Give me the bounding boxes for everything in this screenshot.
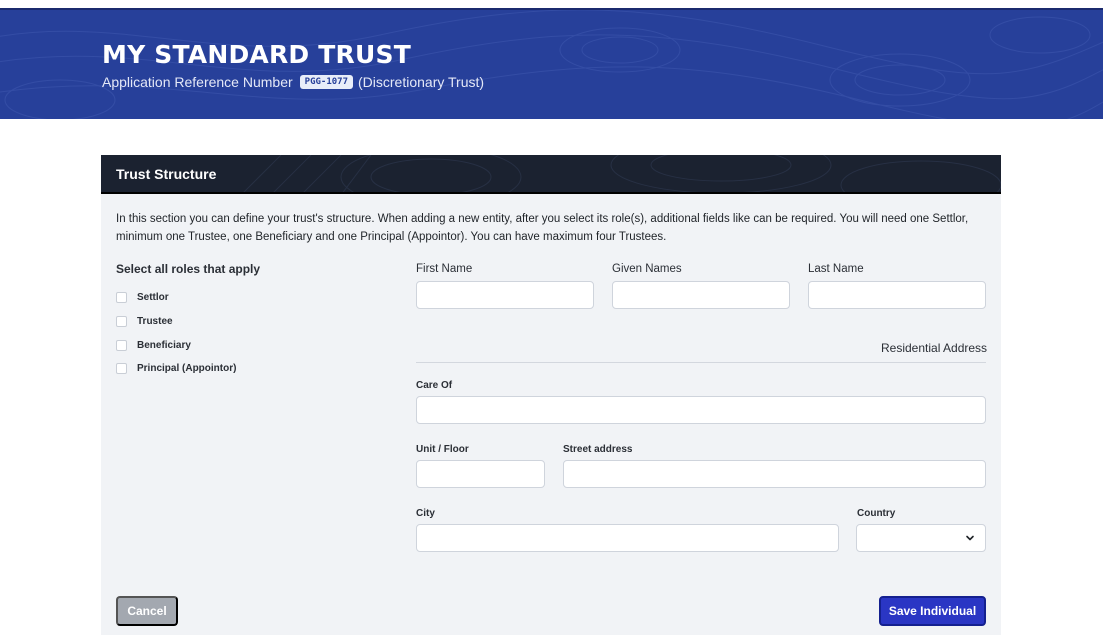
given-names-input[interactable] xyxy=(612,281,790,309)
role-label: Beneficiary xyxy=(137,340,191,351)
trustee-checkbox[interactable] xyxy=(116,316,127,327)
save-individual-button[interactable]: Save Individual xyxy=(879,596,986,626)
section-title: Trust Structure xyxy=(116,166,217,182)
app-banner: MY STANDARD TRUST Application Reference … xyxy=(0,8,1103,119)
trust-structure-card: Trust Structure In this section you can … xyxy=(101,155,1001,635)
cancel-button[interactable]: Cancel xyxy=(116,596,178,626)
street-address-input[interactable] xyxy=(563,460,986,488)
city-label: City xyxy=(416,508,435,519)
chevron-down-icon xyxy=(966,535,974,541)
section-intro: In this section you can define your trus… xyxy=(116,213,969,243)
last-name-input[interactable] xyxy=(808,281,986,309)
role-settlor[interactable]: Settlor xyxy=(116,292,169,303)
care-of-label: Care Of xyxy=(416,380,453,391)
role-label: Settlor xyxy=(137,292,169,303)
unit-floor-label: Unit / Floor xyxy=(416,444,469,455)
roles-heading: Select all roles that apply xyxy=(116,262,261,276)
role-label: Principal (Appointor) xyxy=(137,363,237,374)
city-input[interactable] xyxy=(416,524,839,552)
country-select[interactable] xyxy=(856,524,986,552)
application-reference: Application Reference Number PGG-1077 (D… xyxy=(102,74,484,90)
card-header: Trust Structure xyxy=(101,155,1001,194)
header-pattern xyxy=(243,155,1001,192)
trust-type: (Discretionary Trust) xyxy=(358,74,485,90)
street-address-label: Street address xyxy=(563,444,633,455)
residential-address-heading: Residential Address xyxy=(881,341,988,355)
role-beneficiary[interactable]: Beneficiary xyxy=(116,340,191,351)
settlor-checkbox[interactable] xyxy=(116,292,127,303)
address-divider xyxy=(416,362,986,363)
trust-title: MY STANDARD TRUST xyxy=(102,40,411,69)
reference-number-badge: PGG-1077 xyxy=(299,75,354,89)
country-label: Country xyxy=(857,508,896,519)
beneficiary-checkbox[interactable] xyxy=(116,340,127,351)
top-strip xyxy=(0,0,1103,8)
first-name-input[interactable] xyxy=(416,281,594,309)
reference-label: Application Reference Number xyxy=(102,74,293,90)
role-label: Trustee xyxy=(137,316,173,327)
principal-checkbox[interactable] xyxy=(116,363,127,374)
given-names-label: Given Names xyxy=(612,263,682,275)
care-of-input[interactable] xyxy=(416,396,986,424)
role-principal[interactable]: Principal (Appointor) xyxy=(116,363,236,374)
unit-floor-input[interactable] xyxy=(416,460,545,488)
last-name-label: Last Name xyxy=(808,263,864,275)
role-trustee[interactable]: Trustee xyxy=(116,316,173,327)
first-name-label: First Name xyxy=(416,263,473,275)
